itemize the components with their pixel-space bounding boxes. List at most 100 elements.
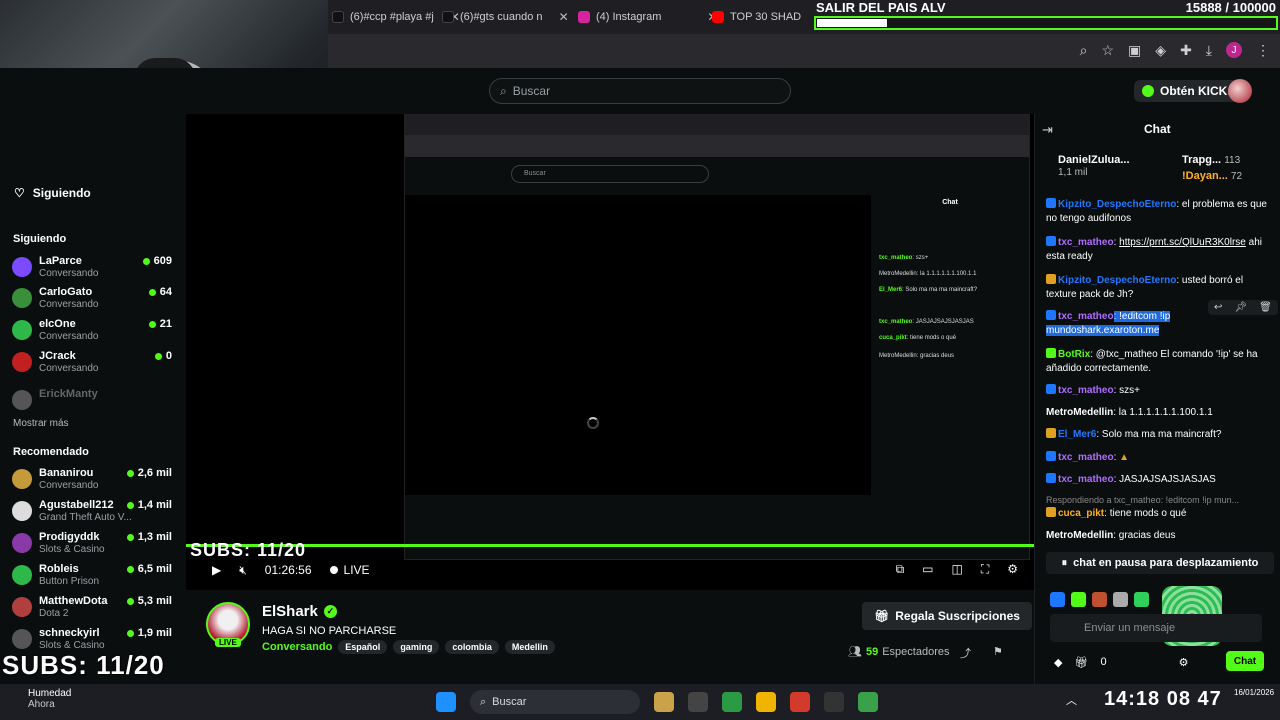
- chat-message[interactable]: txc_matheo: ▲: [1046, 451, 1274, 465]
- taskbar-date[interactable]: 16/01/2026: [1234, 688, 1274, 697]
- chat-message[interactable]: txc_matheo: JASJAJSAJSJASJAS: [1046, 473, 1274, 487]
- browser-tab[interactable]: (6)#gts cuando n ✕: [442, 6, 569, 28]
- tag-chip[interactable]: Español: [338, 640, 388, 654]
- chat-send-button[interactable]: Chat: [1226, 651, 1264, 671]
- windows-start-icon[interactable]: [436, 692, 456, 712]
- sidebar-item[interactable]: MatthewDota Dota 2 5,3 mil: [12, 595, 176, 625]
- stream-clock-overlay: 14:18 08 47: [1104, 688, 1222, 710]
- avatar: [12, 390, 32, 410]
- tag-chip[interactable]: colombia: [445, 640, 499, 654]
- emote-icon[interactable]: [1071, 592, 1086, 607]
- user-avatar[interactable]: [1228, 79, 1252, 103]
- live-indicator: LIVE: [329, 563, 370, 577]
- tiktok-icon: [442, 11, 454, 23]
- profile-avatar[interactable]: J: [1226, 42, 1242, 58]
- search-input[interactable]: ⌕ Buscar: [489, 78, 791, 104]
- show-more-link[interactable]: Mostrar más: [13, 418, 69, 429]
- chat-paused-banner[interactable]: ⏸ chat en pausa para desplazamiento: [1046, 552, 1274, 574]
- browser-tab[interactable]: TOP 30 SHAD: [712, 6, 801, 28]
- category-link[interactable]: Conversando: [262, 641, 332, 653]
- share-icon[interactable]: ⤴: [960, 645, 971, 661]
- gift-icon[interactable]: 🎁︎: [1074, 656, 1088, 669]
- browser-tab[interactable]: (4) Instagram✕: [578, 6, 717, 28]
- chat-message[interactable]: txc_matheo: https://prnt.sc/QlUuR3K0lrse…: [1046, 236, 1274, 264]
- get-kicks-button[interactable]: Obtén KICKs: [1134, 80, 1243, 102]
- chat-message[interactable]: MetroMedellin: gracias deus: [1046, 529, 1274, 543]
- live-dot-icon: [126, 469, 134, 477]
- sidebar-item[interactable]: JCrack Conversando 0: [12, 350, 176, 380]
- system-tray: ︿: [1066, 692, 1077, 708]
- chat-message[interactable]: Kipzito_DespechoEterno: usted borró el t…: [1046, 274, 1274, 302]
- donor-item[interactable]: !Dayan... 72: [1182, 170, 1242, 182]
- emote-icon[interactable]: [1134, 592, 1149, 607]
- app-icon[interactable]: [654, 692, 674, 712]
- reply-icon[interactable]: ↩: [1214, 302, 1222, 313]
- clip-icon[interactable]: ◫: [951, 562, 962, 577]
- fullscreen-icon[interactable]: ⛶: [981, 562, 989, 577]
- following-section-title: Siguiendo: [13, 233, 67, 245]
- tag-chip[interactable]: Medellin: [504, 640, 555, 654]
- brave-icon[interactable]: [790, 692, 810, 712]
- sidebar-item[interactable]: ErickManty: [12, 388, 176, 418]
- heart-icon: ♡: [14, 186, 25, 200]
- menu-icon[interactable]: ⋮: [1256, 42, 1270, 59]
- settings-icon[interactable]: ⚙: [1007, 562, 1018, 577]
- chat-message[interactable]: El_Mer6: Solo ma ma ma maincraft?: [1046, 428, 1274, 442]
- theater-icon[interactable]: ▭: [922, 562, 933, 577]
- sidebar-item[interactable]: Robleis Button Prison 6,5 mil: [12, 563, 176, 593]
- mute-icon[interactable]: 🔇︎: [239, 563, 247, 578]
- weather-widget[interactable]: Humedad Ahora: [28, 688, 71, 710]
- streamer-name[interactable]: ElShark: [262, 603, 318, 620]
- folder-icon[interactable]: [756, 692, 776, 712]
- chat-link[interactable]: https://prnt.sc/QlUuR3K0lrse: [1119, 237, 1246, 248]
- chat-message[interactable]: BotRix: @txc_matheo El comando '!ip' se …: [1046, 348, 1274, 376]
- badge-icon: [1046, 348, 1056, 358]
- sidebar-item[interactable]: Bananirou Conversando 2,6 mil: [12, 467, 176, 497]
- gift-icon: 🎁︎: [874, 609, 890, 623]
- sidebar-item[interactable]: Agustabell212 Grand Theft Auto V... 1,4 …: [12, 499, 176, 529]
- puzzle-icon[interactable]: ✚: [1180, 42, 1192, 59]
- delete-icon[interactable]: 🗑︎: [1259, 302, 1272, 313]
- tag-chip[interactable]: gaming: [393, 640, 440, 654]
- extension-icon[interactable]: ◈: [1155, 42, 1166, 59]
- settings-icon[interactable]: ⚙: [1179, 656, 1189, 669]
- browser-tab[interactable]: (6)#ccp #playa #j ✕: [332, 6, 460, 28]
- youtube-icon: [712, 11, 724, 23]
- play-icon[interactable]: ▶: [212, 563, 221, 577]
- pip-icon[interactable]: ⧉: [896, 562, 905, 577]
- donor-item[interactable]: DanielZulua... 1,1 mil: [1058, 154, 1130, 178]
- gift-subs-button[interactable]: 🎁︎ Regala Suscripciones: [862, 602, 1032, 630]
- pin-icon[interactable]: 📌︎: [1234, 302, 1247, 313]
- chat-input[interactable]: Enviar un mensaje: [1050, 614, 1262, 642]
- download-icon[interactable]: ⤓: [1206, 42, 1212, 59]
- kicks-icon[interactable]: ◆: [1054, 656, 1062, 669]
- donor-item[interactable]: Trapg... 113: [1182, 154, 1240, 166]
- emote-icon[interactable]: [1050, 592, 1065, 607]
- screen-icon[interactable]: ▣: [1128, 42, 1141, 59]
- following-header[interactable]: ♡ Siguiendo: [14, 186, 91, 200]
- app-icon[interactable]: [824, 692, 844, 712]
- zoom-icon[interactable]: ⌕: [1080, 42, 1088, 59]
- collapse-chat-icon[interactable]: ⇥: [1042, 122, 1053, 138]
- avatar: [12, 288, 32, 308]
- app-icon[interactable]: [688, 692, 708, 712]
- sidebar-item[interactable]: elcOne Conversando 21: [12, 318, 176, 348]
- emote-icon[interactable]: [1092, 592, 1107, 607]
- emote-icon[interactable]: [1113, 592, 1128, 607]
- minecraft-icon[interactable]: [858, 692, 878, 712]
- sidebar-item[interactable]: CarloGato Conversando 64: [12, 286, 176, 316]
- chat-message[interactable]: MetroMedellin: la 1.1.1.1.1.1.100.1.1: [1046, 406, 1274, 420]
- chat-message[interactable]: Kipzito_DespechoEterno: el problema es q…: [1046, 198, 1274, 226]
- chat-message[interactable]: txc_matheo: szs+: [1046, 384, 1274, 398]
- avatar: [12, 469, 32, 489]
- chevron-up-icon[interactable]: ︿: [1066, 692, 1077, 708]
- taskbar-search[interactable]: ⌕ Buscar: [470, 690, 640, 714]
- sidebar-item[interactable]: LaParce Conversando 609: [12, 255, 176, 285]
- sidebar-item[interactable]: Prodigyddk Slots & Casino 1,3 mil: [12, 531, 176, 561]
- star-icon[interactable]: ☆: [1101, 42, 1114, 59]
- follow-icon[interactable]: ⚑: [993, 645, 1003, 661]
- chat-message[interactable]: cuca_pikt: tiene mods o qué: [1046, 507, 1274, 521]
- recommended-section-title: Recomendado: [13, 446, 89, 458]
- close-icon[interactable]: ✕: [559, 10, 569, 24]
- chrome-icon[interactable]: [722, 692, 742, 712]
